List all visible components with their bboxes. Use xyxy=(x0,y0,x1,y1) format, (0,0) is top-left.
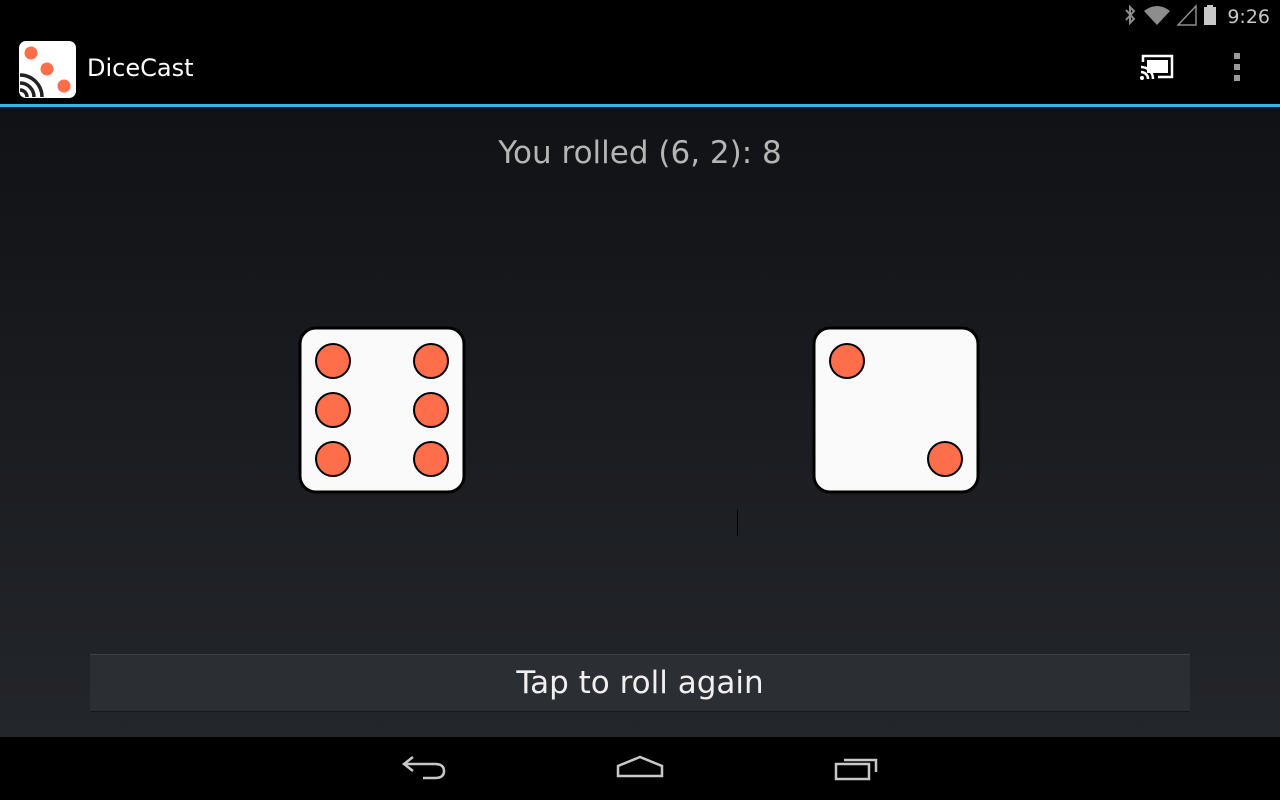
nav-home-button[interactable] xyxy=(605,749,675,789)
home-icon xyxy=(615,754,665,784)
die-pip xyxy=(413,343,449,379)
wifi-icon xyxy=(1143,4,1171,30)
die-pip xyxy=(829,343,865,379)
divider-mark xyxy=(737,510,738,536)
back-icon xyxy=(401,754,447,784)
die-pip xyxy=(413,441,449,477)
app-title: DiceCast xyxy=(87,54,194,82)
overflow-menu-button[interactable] xyxy=(1214,43,1260,95)
die-pip xyxy=(315,343,351,379)
app-icon xyxy=(19,41,76,98)
screen: 9:26 DiceCast You rolled (6, 2): 8 Tap t… xyxy=(0,0,1280,800)
nav-recents-button[interactable] xyxy=(822,749,892,789)
die-left[interactable] xyxy=(298,326,466,494)
die-pip xyxy=(927,441,963,477)
cast-button[interactable] xyxy=(1126,43,1188,95)
die-pip xyxy=(315,392,351,428)
signal-icon xyxy=(1176,3,1198,30)
action-bar: DiceCast xyxy=(0,33,1280,107)
main-content: You rolled (6, 2): 8 Tap to roll again xyxy=(0,107,1280,737)
navigation-bar xyxy=(0,737,1280,800)
recents-icon xyxy=(833,753,881,785)
nav-back-button[interactable] xyxy=(389,749,459,789)
battery-icon xyxy=(1203,4,1217,30)
roll-again-button[interactable]: Tap to roll again xyxy=(90,654,1190,712)
status-time: 9:26 xyxy=(1227,5,1270,28)
overflow-menu-icon xyxy=(1233,52,1241,86)
roll-result-text: You rolled (6, 2): 8 xyxy=(498,135,782,171)
status-bar: 9:26 xyxy=(0,0,1280,33)
die-right[interactable] xyxy=(812,326,980,494)
cast-icon xyxy=(1139,53,1175,85)
status-icons: 9:26 xyxy=(1123,0,1270,33)
bluetooth-icon xyxy=(1123,4,1137,30)
die-pip xyxy=(413,392,449,428)
die-pip xyxy=(315,441,351,477)
